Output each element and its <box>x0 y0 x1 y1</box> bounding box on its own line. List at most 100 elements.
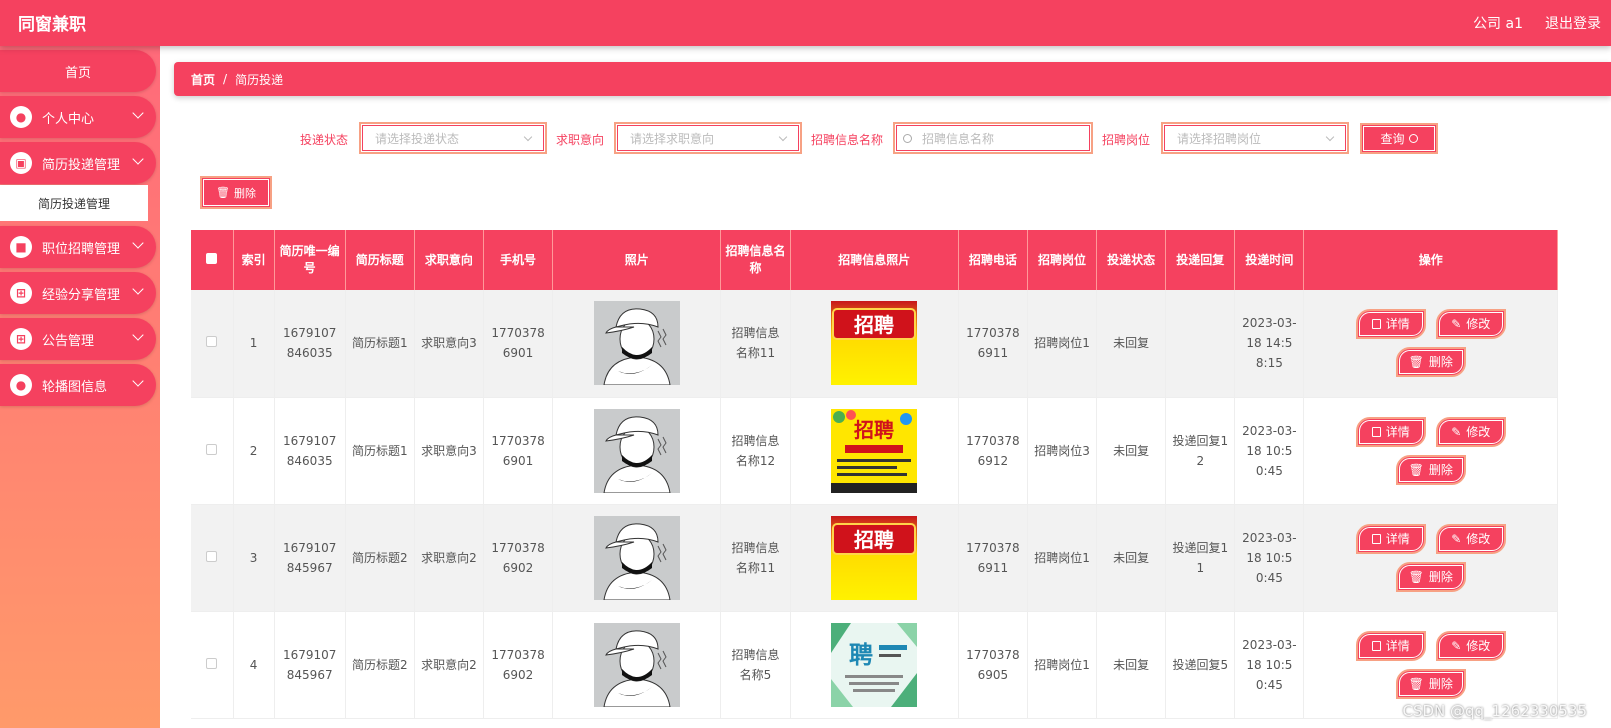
chevron-down-icon <box>523 132 533 142</box>
cell-index: 4 <box>233 611 275 719</box>
batch-delete-button[interactable]: 🗑 删除 <box>200 176 272 209</box>
delete-label: 删除 <box>1428 569 1453 584</box>
document-icon <box>1371 426 1381 437</box>
status-select-placeholder: 请选择投递状态 <box>375 131 460 146</box>
cell-info-name: 招聘信息名称11 <box>720 290 791 398</box>
column-header: 照片 <box>552 230 722 290</box>
sidebar-item-carousel[interactable]: ● 轮播图信息 <box>0 364 156 406</box>
logout-link[interactable]: 退出登录 <box>1545 13 1601 33</box>
edit-button[interactable]: ✎ 修改 <box>1435 630 1506 661</box>
table-row[interactable]: 3 1679107845967 简历标题2 求职意向2 17703786902 … <box>191 504 1558 612</box>
status-select[interactable]: 请选择投递状态 <box>359 122 547 154</box>
pencil-icon: ✎ <box>1451 638 1462 653</box>
chevron-down-icon <box>132 107 144 119</box>
cell-status: 未回复 <box>1096 290 1167 398</box>
avatar-photo <box>593 515 680 600</box>
cell-index: 1 <box>233 290 275 398</box>
delete-button[interactable]: 🗑 删除 <box>1395 347 1466 378</box>
detail-button[interactable]: 详情 <box>1355 630 1426 661</box>
edit-button[interactable]: ✎ 修改 <box>1435 416 1506 447</box>
chevron-down-icon <box>132 237 144 249</box>
cell-time: 2023-03-18 10:50:45 <box>1234 504 1305 612</box>
row-select-cell[interactable] <box>191 504 234 612</box>
cell-position: 招聘岗位1 <box>1027 504 1098 612</box>
cell-rec-phone: 17703786911 <box>958 290 1028 398</box>
svg-text:招聘: 招聘 <box>854 418 894 442</box>
sidebar-item-jobs[interactable]: ■ 职位招聘管理 <box>0 226 156 268</box>
breadcrumb-home[interactable]: 首页 <box>191 71 215 88</box>
pencil-icon: ✎ <box>1451 317 1462 332</box>
cell-photo <box>552 504 722 612</box>
row-checkbox[interactable] <box>206 657 218 669</box>
cell-phone: 17703786901 <box>483 290 554 398</box>
recruit-poster: 招聘 <box>831 408 918 493</box>
table-row[interactable]: 2 1679107846035 简历标题1 求职意向3 17703786901 … <box>191 397 1558 505</box>
sidebar-item-notice[interactable]: ⊞ 公告管理 <box>0 318 156 360</box>
detail-label: 详情 <box>1385 317 1410 332</box>
detail-label: 详情 <box>1385 424 1410 439</box>
cell-rec-phone: 17703786905 <box>958 611 1028 719</box>
cell-intent: 求职意向2 <box>414 611 485 719</box>
delete-button[interactable]: 🗑 删除 <box>1395 668 1466 699</box>
info-name-input[interactable]: 招聘信息名称 <box>893 122 1093 154</box>
row-checkbox[interactable] <box>206 336 218 348</box>
edit-button[interactable]: ✎ 修改 <box>1435 523 1506 554</box>
detail-button[interactable]: 详情 <box>1355 523 1426 554</box>
position-select-placeholder: 请选择招聘岗位 <box>1177 131 1262 146</box>
current-user[interactable]: 公司 a1 <box>1473 13 1523 33</box>
delete-button[interactable]: 🗑 删除 <box>1395 454 1466 485</box>
column-header: 求职意向 <box>414 230 485 290</box>
avatar-photo <box>593 408 680 493</box>
cell-index: 2 <box>233 397 275 505</box>
cell-info-name: 招聘信息名称11 <box>720 504 791 612</box>
intent-select[interactable]: 请选择求职意向 <box>614 122 802 154</box>
top-bar: 同窗兼职 公司 a1 退出登录 <box>0 0 1611 46</box>
select-all-checkbox[interactable] <box>206 252 218 264</box>
edit-button[interactable]: ✎ 修改 <box>1435 309 1506 340</box>
chevron-down-icon <box>132 329 144 341</box>
select-all-cell[interactable] <box>191 230 234 290</box>
trash-icon: 🗑 <box>1408 462 1424 477</box>
chevron-down-icon <box>132 283 144 295</box>
table-row[interactable]: 4 1679107845967 简历标题2 求职意向2 17703786902 … <box>191 611 1558 719</box>
row-checkbox[interactable] <box>206 550 218 562</box>
sidebar-item-label: 职位招聘管理 <box>42 241 121 257</box>
row-select-cell[interactable] <box>191 397 234 505</box>
svg-text:聘: 聘 <box>849 641 873 669</box>
query-button[interactable]: 查询 <box>1360 123 1438 154</box>
cell-info-name: 招聘信息名称5 <box>720 611 791 719</box>
sidebar-item-home[interactable]: 首页 <box>0 50 156 92</box>
search-icon <box>1408 134 1418 143</box>
column-header: 操作 <box>1303 230 1558 290</box>
cell-time: 2023-03-18 10:50:45 <box>1234 397 1305 505</box>
cell-actions: 详情 ✎ 修改 🗑 删除 <box>1303 504 1558 612</box>
cell-position: 招聘岗位3 <box>1027 397 1098 505</box>
svg-text:招聘: 招聘 <box>854 313 894 337</box>
cell-reply: 投递回复5 <box>1165 611 1236 719</box>
cell-reply: 投递回复11 <box>1165 504 1236 612</box>
table-row[interactable]: 1 1679107846035 简历标题1 求职意向3 17703786901 … <box>191 290 1558 398</box>
header-actions: 公司 a1 退出登录 <box>1473 13 1601 33</box>
row-checkbox[interactable] <box>206 443 218 455</box>
recruit-poster: 招聘 <box>831 301 918 386</box>
cell-info-name: 招聘信息名称12 <box>720 397 791 505</box>
cell-index: 3 <box>233 504 275 612</box>
edit-label: 修改 <box>1466 317 1491 332</box>
column-header: 手机号 <box>483 230 554 290</box>
row-select-cell[interactable] <box>191 290 234 398</box>
sidebar-subitem-resume-manage[interactable]: 简历投递管理 <box>0 185 148 221</box>
breadcrumb-separator: / <box>223 72 228 86</box>
column-header: 简历标题 <box>345 230 415 290</box>
cell-position: 招聘岗位1 <box>1027 290 1098 398</box>
sidebar-item-experience[interactable]: ⊞ 经验分享管理 <box>0 272 156 314</box>
query-button-label: 查询 <box>1380 132 1405 146</box>
detail-button[interactable]: 详情 <box>1355 416 1426 447</box>
recruit-poster: 招聘 <box>831 515 918 600</box>
row-select-cell[interactable] <box>191 611 234 719</box>
detail-button[interactable]: 详情 <box>1355 309 1426 340</box>
position-select[interactable]: 请选择招聘岗位 <box>1161 122 1349 154</box>
delete-button[interactable]: 🗑 删除 <box>1395 561 1466 592</box>
cell-status: 未回复 <box>1096 397 1167 505</box>
sidebar-item-resume[interactable]: ▣ 简历投递管理 <box>0 142 156 184</box>
sidebar-item-profile[interactable]: ● 个人中心 <box>0 96 156 138</box>
